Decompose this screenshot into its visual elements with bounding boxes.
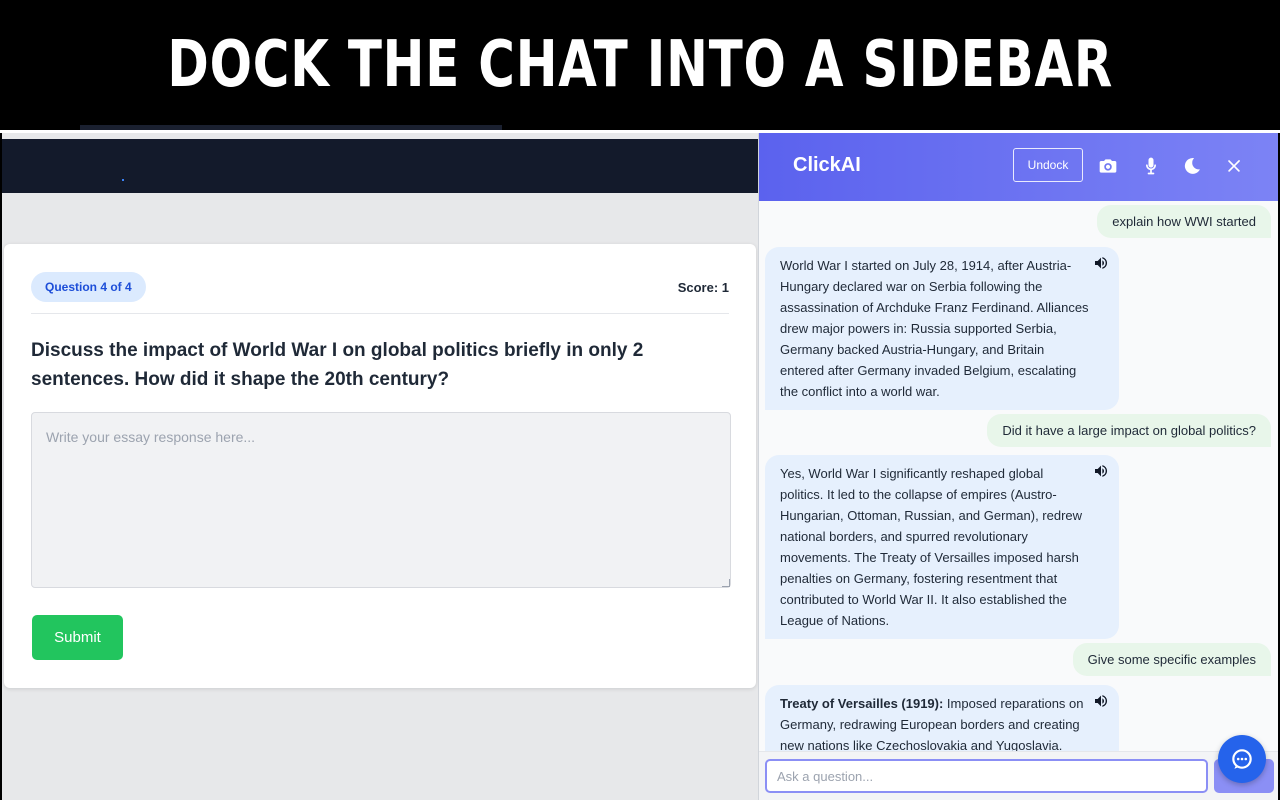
resize-handle-icon[interactable] [722, 579, 730, 587]
submit-button[interactable]: Submit [32, 615, 123, 660]
speaker-icon[interactable] [1093, 463, 1109, 479]
microphone-icon[interactable] [1140, 155, 1162, 177]
assistant-message-text: Yes, World War I significantly reshaped … [780, 466, 1083, 628]
card-divider [31, 313, 729, 314]
moon-icon[interactable] [1181, 155, 1203, 177]
close-icon[interactable] [1223, 155, 1245, 177]
user-message: Give some specific examples [1072, 643, 1271, 676]
assistant-message-text: World War I started on July 28, 1914, af… [780, 258, 1089, 399]
quiz-card: Question 4 of 4 Score: 1 Discuss the imp… [4, 244, 756, 688]
question-text: Discuss the impact of World War I on glo… [31, 340, 644, 390]
chat-sidebar: ClickAI Undock explain how WWI started W… [758, 133, 1278, 800]
top-navbar [2, 139, 758, 193]
chat-bubble-icon [1232, 749, 1252, 769]
speaker-icon[interactable] [1093, 693, 1109, 709]
assistant-message: World War I started on July 28, 1914, af… [765, 247, 1119, 410]
camera-icon[interactable] [1097, 155, 1119, 177]
user-message: explain how WWI started [1097, 205, 1271, 238]
banner: DOCK THE CHAT INTO A SIDEBAR [0, 0, 1280, 130]
ask-input[interactable] [765, 759, 1208, 793]
quiz-page: Question 4 of 4 Score: 1 Discuss the imp… [2, 133, 758, 800]
assistant-message-bold: Treaty of Versailles (1919): [780, 696, 944, 711]
assistant-message: Yes, World War I significantly reshaped … [765, 455, 1119, 639]
banner-title: DOCK THE CHAT INTO A SIDEBAR [167, 28, 1113, 102]
chat-header: ClickAI Undock [759, 133, 1278, 201]
user-message: Did it have a large impact on global pol… [987, 414, 1271, 447]
chat-title: ClickAI [793, 154, 861, 176]
chat-input-bar [759, 751, 1278, 800]
essay-input[interactable] [31, 412, 731, 588]
assistant-message: Treaty of Versailles (1919): Imposed rep… [765, 685, 1119, 751]
score-label: Score: 1 [677, 280, 729, 295]
undock-button[interactable]: Undock [1013, 148, 1083, 182]
chat-messages: explain how WWI started World War I star… [759, 201, 1278, 751]
speaker-icon[interactable] [1093, 255, 1109, 271]
navbar-dot [122, 179, 124, 181]
question-progress-badge: Question 4 of 4 [31, 272, 146, 302]
chat-launcher-button[interactable] [1218, 735, 1266, 783]
